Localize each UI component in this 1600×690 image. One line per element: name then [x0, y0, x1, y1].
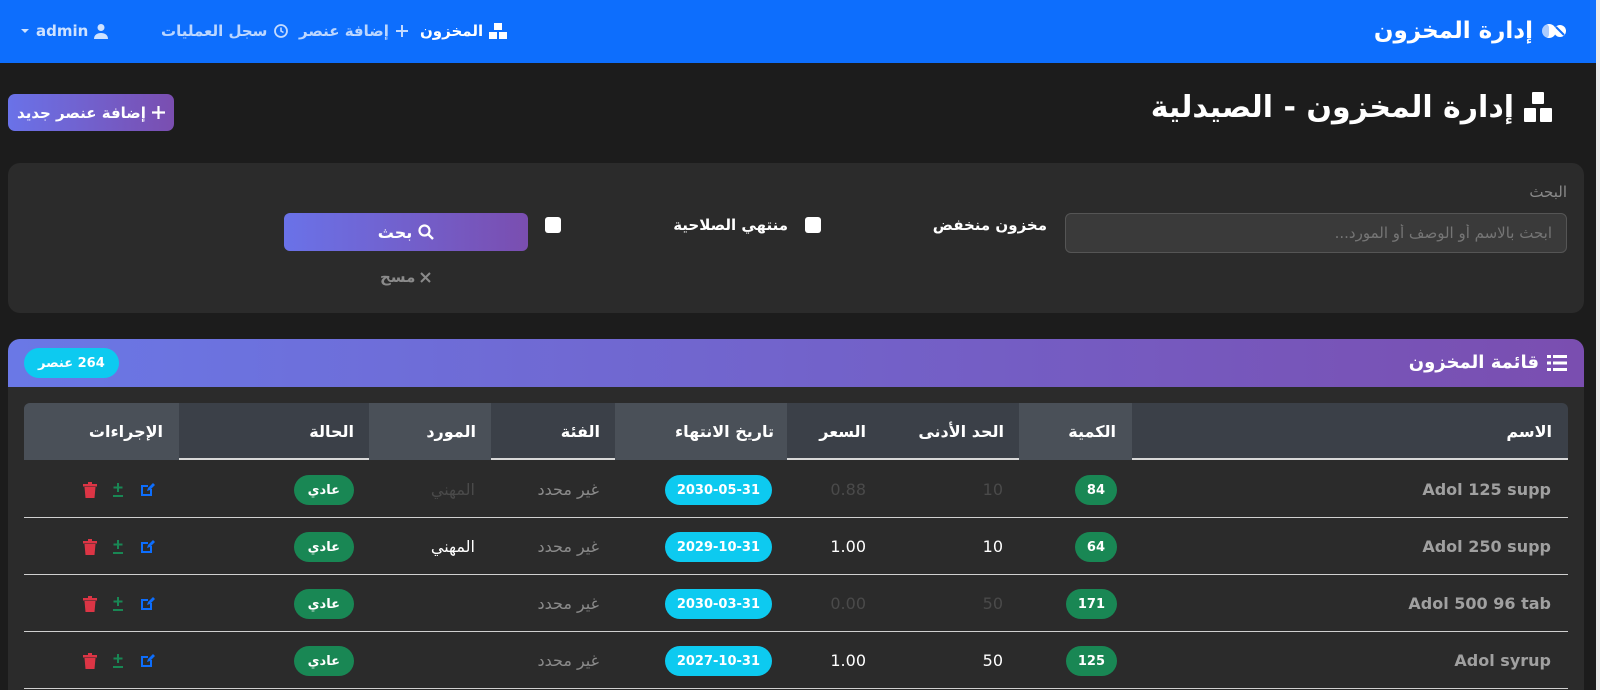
- trash-icon[interactable]: [81, 595, 99, 613]
- nav-link-history[interactable]: سجل العمليات: [161, 22, 289, 40]
- table-header: [24, 403, 1568, 460]
- brand[interactable]: إدارة المخزون: [1374, 18, 1567, 44]
- column-header-status[interactable]: الحالة: [309, 422, 354, 441]
- table-cell-name: Adol syrup: [1454, 651, 1551, 670]
- inventory-card-header: [8, 339, 1584, 387]
- search-input[interactable]: [1065, 213, 1567, 253]
- nav-link-inventory[interactable]: المخزون: [420, 22, 508, 40]
- row-divider: [24, 574, 1568, 575]
- nav-link-label: المخزون: [420, 22, 484, 40]
- expiry-badge: 2027-10-31: [664, 646, 772, 676]
- row-divider: [24, 688, 1568, 689]
- quantity-badge: 84: [1074, 475, 1117, 505]
- column-header-price[interactable]: السعر: [819, 422, 866, 441]
- quantity-badge: 125: [1065, 646, 1117, 676]
- status-badge: عادي: [293, 589, 354, 619]
- column-header-supplier[interactable]: المورد: [426, 422, 476, 441]
- table-cell-min: 10: [982, 537, 1003, 556]
- trash-icon[interactable]: [81, 481, 99, 499]
- adjust-stock-icon[interactable]: [109, 652, 127, 670]
- table-cell-price: 1.00: [830, 537, 866, 556]
- edit-icon[interactable]: [138, 652, 156, 670]
- list-icon: [1547, 354, 1567, 372]
- search-button[interactable]: بحث: [284, 213, 528, 251]
- expiry-badge: 2030-05-31: [664, 475, 772, 505]
- row-divider: [24, 631, 1568, 632]
- adjust-stock-icon[interactable]: [109, 595, 127, 613]
- close-icon: [420, 271, 432, 283]
- expired-label: منتهي الصلاحية: [673, 216, 788, 234]
- plus-icon: [395, 24, 409, 38]
- edit-icon[interactable]: [138, 595, 156, 613]
- table-cell-category: غير محدد: [537, 537, 599, 556]
- add-item-button[interactable]: إضافة عنصر جديد: [8, 94, 174, 131]
- nav-link-add-item[interactable]: إضافة عنصر: [299, 22, 409, 40]
- plus-icon: [151, 106, 165, 119]
- trash-icon[interactable]: [81, 538, 99, 556]
- adjust-stock-icon[interactable]: [109, 481, 127, 499]
- inventory-card: [8, 339, 1584, 690]
- table-cell-name: Adol 125 supp: [1422, 480, 1551, 499]
- quantity-badge: 171: [1065, 589, 1117, 619]
- pills-icon: [1541, 20, 1567, 42]
- clear-button[interactable]: مسح: [380, 268, 432, 286]
- table-cell-min: 10: [982, 480, 1003, 499]
- column-header-category[interactable]: الفئة: [561, 422, 600, 441]
- column-header-actions: الإجراءات: [88, 422, 163, 441]
- search-button-label: بحث: [377, 222, 413, 242]
- clear-label: مسح: [380, 268, 416, 286]
- table-cell-supplier: المهني: [430, 480, 475, 499]
- table-cell-category: غير محدد: [537, 594, 599, 613]
- search-icon: [418, 224, 435, 240]
- search-label: البحث: [1529, 183, 1567, 201]
- nav-link-label: إضافة عنصر: [299, 22, 389, 40]
- scrollbar[interactable]: [1596, 0, 1600, 690]
- history-icon: [273, 23, 289, 39]
- table-cell-supplier: المهني: [430, 537, 475, 556]
- add-item-label: إضافة عنصر جديد: [17, 103, 146, 122]
- column-header-name[interactable]: الاسم: [1506, 422, 1552, 441]
- column-header-min[interactable]: الحد الأدنى: [918, 422, 1004, 441]
- table-cell-min: 50: [982, 594, 1003, 613]
- inventory-title: قائمة المخزون: [1409, 352, 1567, 373]
- expiry-badge: 2030-03-31: [664, 589, 772, 619]
- low-stock-label: مخزون منخفض: [932, 216, 1047, 234]
- inventory-title-label: قائمة المخزون: [1408, 352, 1539, 373]
- table-cell-name: Adol 250 supp: [1422, 537, 1551, 556]
- status-badge: عادي: [293, 475, 354, 505]
- table-cell-min: 50: [982, 651, 1003, 670]
- chevron-down-icon: [20, 27, 30, 35]
- username: admin: [36, 22, 89, 40]
- quantity-badge: 64: [1074, 532, 1117, 562]
- table-cell-price: 0.00: [830, 594, 866, 613]
- brand-label: إدارة المخزون: [1373, 18, 1533, 44]
- low-stock-checkbox[interactable]: [805, 217, 821, 233]
- table-cell-price: 1.00: [830, 651, 866, 670]
- table-cell-category: غير محدد: [537, 651, 599, 670]
- trash-icon[interactable]: [81, 652, 99, 670]
- user-menu[interactable]: admin: [20, 22, 109, 40]
- expired-checkbox[interactable]: [545, 217, 561, 233]
- column-header-expiry[interactable]: تاريخ الانتهاء: [675, 422, 774, 441]
- status-badge: عادي: [293, 532, 354, 562]
- user-icon: [94, 23, 109, 39]
- adjust-stock-icon[interactable]: [109, 538, 127, 556]
- boxes-icon: [489, 22, 508, 40]
- page-title: إدارة المخزون - الصيدلية: [1151, 90, 1552, 125]
- table-cell-name: Adol 500 96 tab: [1408, 594, 1551, 613]
- column-header-quantity[interactable]: الكمية: [1068, 422, 1116, 441]
- status-badge: عادي: [293, 646, 354, 676]
- row-divider: [24, 517, 1568, 518]
- item-count-badge: 264 عنصر: [24, 348, 119, 378]
- edit-icon[interactable]: [138, 538, 156, 556]
- edit-icon[interactable]: [138, 481, 156, 499]
- table-cell-category: غير محدد: [537, 480, 599, 499]
- nav-link-label: سجل العمليات: [161, 22, 268, 40]
- expiry-badge: 2029-10-31: [664, 532, 772, 562]
- boxes-icon: [1524, 91, 1552, 124]
- page-title-label: إدارة المخزون - الصيدلية: [1150, 90, 1514, 125]
- table-cell-price: 0.88: [830, 480, 866, 499]
